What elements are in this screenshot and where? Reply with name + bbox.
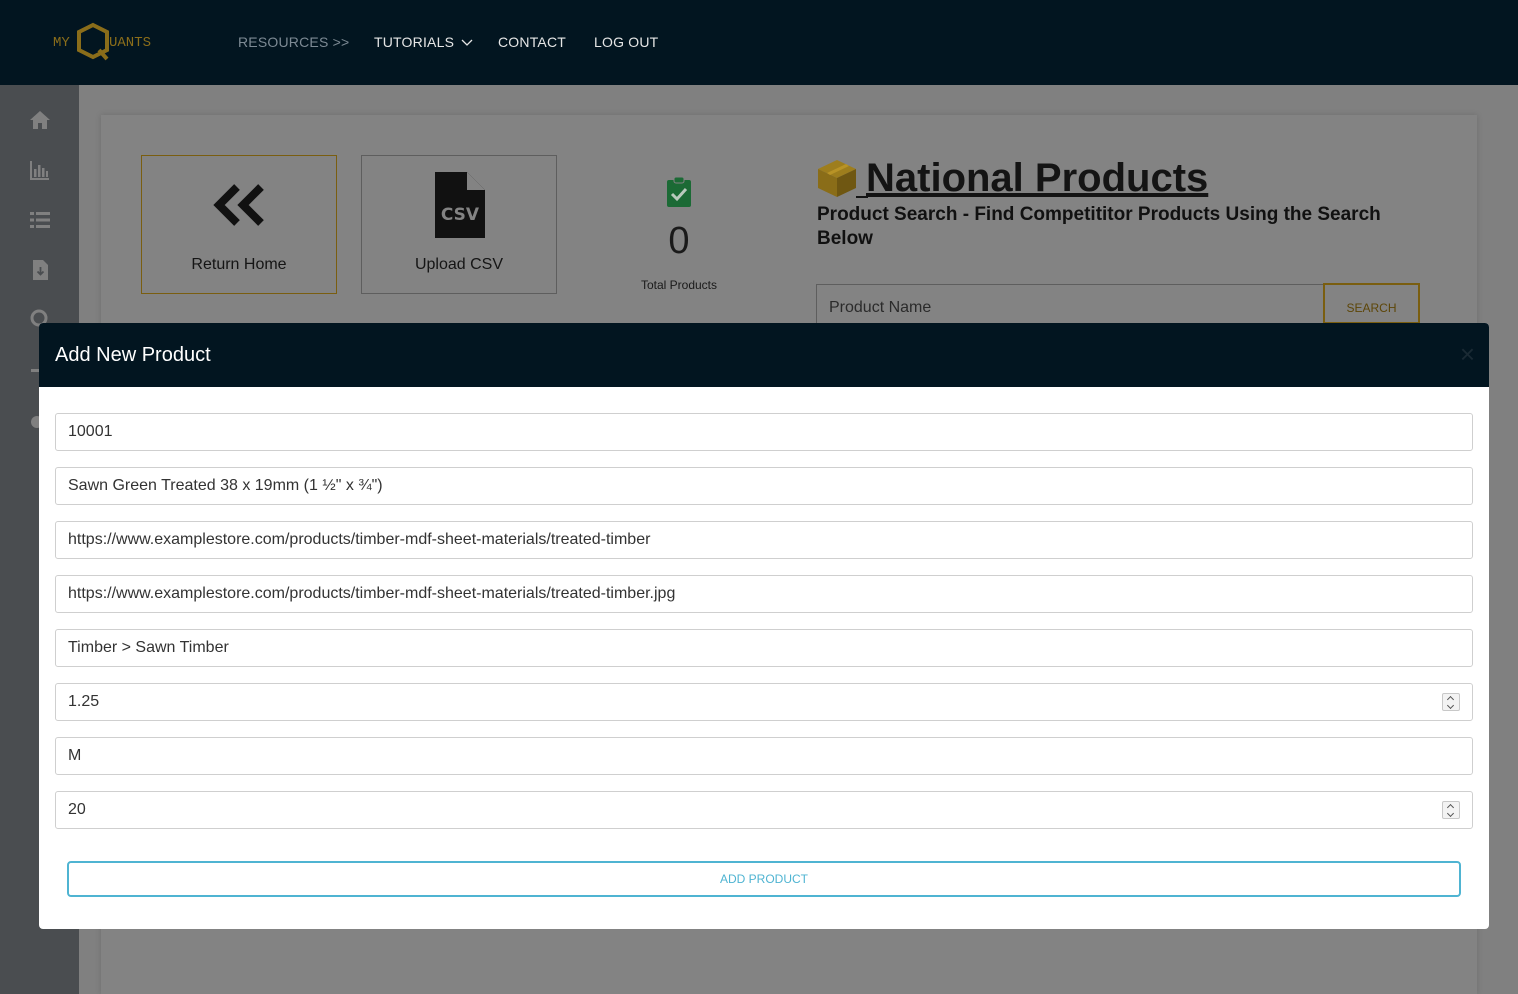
product-name-field[interactable]: Sawn Green Treated 38 x 19mm (1 ½" x ¾") <box>55 467 1473 505</box>
page-title: National Products <box>866 156 1209 200</box>
add-product-button[interactable]: ADD PRODUCT <box>67 861 1461 897</box>
top-navbar: MY UANTS RESOURCES >> TUTORIALS CONTACT … <box>0 0 1518 85</box>
logo-text-right: UANTS <box>109 35 152 51</box>
return-home-label: Return Home <box>191 256 287 273</box>
double-chevron-left-icon <box>213 184 264 226</box>
category-value: Timber > Sawn Timber <box>68 639 229 656</box>
upload-csv-label: Upload CSV <box>414 256 504 273</box>
close-icon[interactable]: × <box>1460 341 1475 367</box>
list-icon[interactable] <box>29 209 51 231</box>
nav-tutorials[interactable]: TUTORIALS <box>374 34 473 50</box>
box-icon <box>818 160 856 197</box>
category-field[interactable]: Timber > Sawn Timber <box>55 629 1473 667</box>
search-button[interactable]: SEARCH <box>1323 283 1420 324</box>
download-file-icon[interactable] <box>29 259 51 281</box>
quantity-stepper[interactable] <box>1442 801 1460 819</box>
unit-value: M <box>68 747 82 764</box>
quantity-value: 20 <box>68 801 86 818</box>
page-subtitle: Product Search - Find Competititor Produ… <box>817 204 1381 249</box>
svg-text:CSV: CSV <box>441 205 480 225</box>
image-url-field[interactable]: https://www.examplestore.com/products/ti… <box>55 575 1473 613</box>
csv-file-icon: CSV <box>435 172 485 238</box>
nav-contact[interactable]: CONTACT <box>498 34 566 50</box>
chevron-down-icon <box>461 39 473 46</box>
modal-header: Add New Product × <box>39 323 1489 387</box>
logo-text-left: MY <box>53 35 70 51</box>
product-name-value: Sawn Green Treated 38 x 19mm (1 ½" x ¾") <box>68 477 383 494</box>
unit-field[interactable]: M <box>55 737 1473 775</box>
product-url-value: https://www.examplestore.com/products/ti… <box>68 531 651 548</box>
image-url-value: https://www.examplestore.com/products/ti… <box>68 585 676 602</box>
logo-q-icon <box>77 22 109 61</box>
nav-resources[interactable]: RESOURCES >> <box>238 34 349 50</box>
nav-tutorials-label: TUTORIALS <box>374 34 455 50</box>
product-url-field[interactable]: https://www.examplestore.com/products/ti… <box>55 521 1473 559</box>
return-home-button[interactable]: Return Home <box>141 155 337 294</box>
product-search-input[interactable]: Product Name <box>816 284 1324 324</box>
price-field[interactable]: 1.25 <box>55 683 1473 721</box>
clipboard-check-icon <box>667 176 691 207</box>
upload-csv-button[interactable]: CSV Upload CSV <box>361 155 557 294</box>
quantity-field[interactable]: 20 <box>55 791 1473 829</box>
add-product-modal: Add New Product × 10001 Sawn Green Treat… <box>39 323 1489 929</box>
price-value: 1.25 <box>68 693 100 710</box>
total-products-count: 0 <box>668 220 690 262</box>
total-products-label: Total Products <box>640 278 718 292</box>
modal-title: Add New Product <box>55 344 211 366</box>
product-id-value: 10001 <box>68 423 113 440</box>
product-id-field[interactable]: 10001 <box>55 413 1473 451</box>
home-icon[interactable] <box>29 109 51 131</box>
brand-logo[interactable]: MY UANTS <box>53 22 163 62</box>
nav-logout[interactable]: LOG OUT <box>594 34 658 50</box>
price-stepper[interactable] <box>1442 693 1460 711</box>
bar-chart-icon[interactable] <box>29 159 51 181</box>
